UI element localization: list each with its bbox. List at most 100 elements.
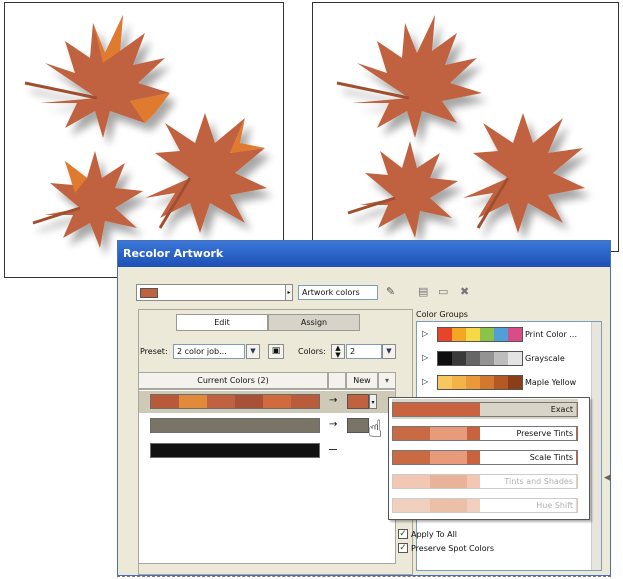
group-name: Maple Yellow (525, 378, 577, 387)
folder-expand-icon[interactable]: ▷ (422, 377, 428, 386)
color-group-row[interactable]: ▷ Print Color ... (417, 324, 592, 346)
new-color-swatch-2[interactable] (347, 418, 369, 433)
group-swatches (437, 327, 523, 342)
group-swatches (437, 351, 523, 366)
folder-expand-icon[interactable]: ▷ (422, 329, 428, 338)
menu-item-scale-tints[interactable]: Scale Tints (392, 447, 578, 467)
new-color-menu-arrow[interactable]: ▾ (369, 394, 377, 409)
menu-color-swatch (429, 499, 467, 512)
group-color-swatch (466, 376, 480, 389)
color-groups-label: Color Groups (416, 310, 468, 319)
group-name: Grayscale (525, 354, 565, 363)
preset-select[interactable]: 2 color job... (173, 344, 245, 359)
artwork-colors-field[interactable]: Artwork colors (298, 285, 378, 300)
save-changes-icon[interactable]: ✎ (386, 285, 400, 299)
colors-count-field[interactable]: 2 (346, 344, 382, 359)
new-color-swatch-1[interactable] (347, 394, 369, 409)
dialog-title[interactable]: Recolor Artwork (118, 241, 610, 267)
current-color-swatch (207, 395, 235, 408)
menu-color-swatch (393, 499, 430, 512)
current-color-strip-2[interactable] (150, 418, 320, 433)
group-color-swatch (452, 376, 466, 389)
tab-assign[interactable]: Assign (268, 314, 360, 331)
hand-cursor-icon: ☝ (368, 415, 383, 443)
delete-icon[interactable]: ✖ (460, 285, 474, 299)
preset-options-icon[interactable]: ▣ (268, 344, 284, 359)
group-color-swatch (438, 328, 452, 341)
menu-item-tints-and-shades: Tints and Shades (392, 471, 578, 491)
group-name: Print Color ... (525, 330, 578, 339)
arrow-icon: → (329, 419, 338, 430)
recolored-artwork-preview (312, 2, 619, 252)
group-color-swatch (480, 328, 494, 341)
group-swatches (437, 375, 523, 390)
menu-item-label: Hue Shift (480, 499, 576, 512)
new-header[interactable]: New (346, 372, 378, 389)
menu-item-exact[interactable]: Exact (392, 399, 578, 419)
tab-edit[interactable]: Edit (176, 314, 268, 331)
current-color-swatch (151, 395, 179, 408)
original-artwork-preview (4, 2, 284, 278)
maple-leaves-original (24, 15, 267, 248)
group-color-swatch (494, 376, 508, 389)
group-color-swatch (494, 328, 508, 341)
current-color-swatch (291, 395, 319, 408)
menu-color-swatch (429, 427, 467, 440)
active-color-swatch (140, 288, 158, 298)
maple-leaves-recolored (336, 15, 585, 238)
group-color-swatch (494, 352, 508, 365)
colors-dropdown-arrow[interactable]: ▸ (285, 284, 293, 301)
colors-label: Colors: (298, 347, 326, 356)
colors-table-body (138, 389, 396, 564)
colors-stepper[interactable]: ▲ ▼ (331, 344, 345, 359)
no-mapping-dash (329, 449, 337, 450)
current-color-swatch (151, 419, 319, 432)
menu-item-hue-shift: Hue Shift (392, 495, 578, 515)
new-color-group-icon[interactable]: ▭ (438, 285, 452, 299)
menu-color-swatch (393, 475, 430, 488)
new-menu-icon[interactable]: ▾ (378, 372, 396, 389)
menu-color-swatch (429, 475, 467, 488)
menu-color-swatch (393, 451, 430, 464)
menu-color-swatch (393, 427, 430, 440)
active-colors-strip[interactable] (136, 284, 286, 301)
color-group-row[interactable]: ▷ Grayscale (417, 348, 592, 370)
group-color-swatch (480, 352, 494, 365)
header-spacer (328, 372, 346, 389)
preset-label: Preset: (140, 347, 168, 356)
group-color-swatch (466, 328, 480, 341)
preserve-spot-colors-checkbox[interactable]: ✓ (398, 543, 408, 553)
current-color-strip-1[interactable] (150, 394, 320, 409)
current-color-swatch (179, 395, 207, 408)
menu-item-label: Exact (480, 403, 576, 416)
preset-chevron-down-icon[interactable]: ▼ (246, 344, 260, 359)
folder-expand-icon[interactable]: ▷ (422, 353, 428, 362)
group-color-swatch (438, 376, 452, 389)
group-color-swatch (466, 352, 480, 365)
apply-to-all-label: Apply To All (411, 530, 458, 539)
group-color-swatch (438, 352, 452, 365)
group-color-swatch (480, 376, 494, 389)
menu-item-label: Scale Tints (480, 451, 576, 464)
current-color-strip-3[interactable] (150, 443, 320, 458)
menu-item-label: Tints and Shades (480, 475, 576, 488)
menu-item-label: Preserve Tints (480, 427, 576, 440)
group-color-swatch (508, 352, 522, 365)
group-color-swatch (508, 376, 522, 389)
menu-item-preserve-tints[interactable]: Preserve Tints (392, 423, 578, 443)
save-new-group-icon[interactable]: ▤ (418, 285, 432, 299)
colors-chevron-down-icon[interactable]: ▼ (382, 344, 396, 359)
group-color-swatch (452, 352, 466, 365)
menu-color-swatch (393, 403, 485, 416)
apply-to-all-checkbox[interactable]: ✓ (398, 529, 408, 539)
current-color-swatch (151, 444, 319, 457)
current-color-swatch (263, 395, 291, 408)
color-group-row[interactable]: ▷ Maple Yellow (417, 372, 592, 394)
collapse-panel-icon[interactable]: ◀ (604, 473, 611, 483)
recolor-artwork-dialog: Recolor Artwork ▸ Artwork colors ✎ ▤ ▭ ✖… (117, 240, 611, 576)
menu-color-swatch (429, 451, 467, 464)
groups-scrollbar[interactable] (591, 322, 601, 570)
current-colors-header[interactable]: Current Colors (2) (138, 372, 328, 389)
color-mode-popup-menu: Exact Preserve Tints Scale Tints Tints a… (388, 397, 590, 520)
preserve-spot-colors-label: Preserve Spot Colors (411, 544, 495, 553)
